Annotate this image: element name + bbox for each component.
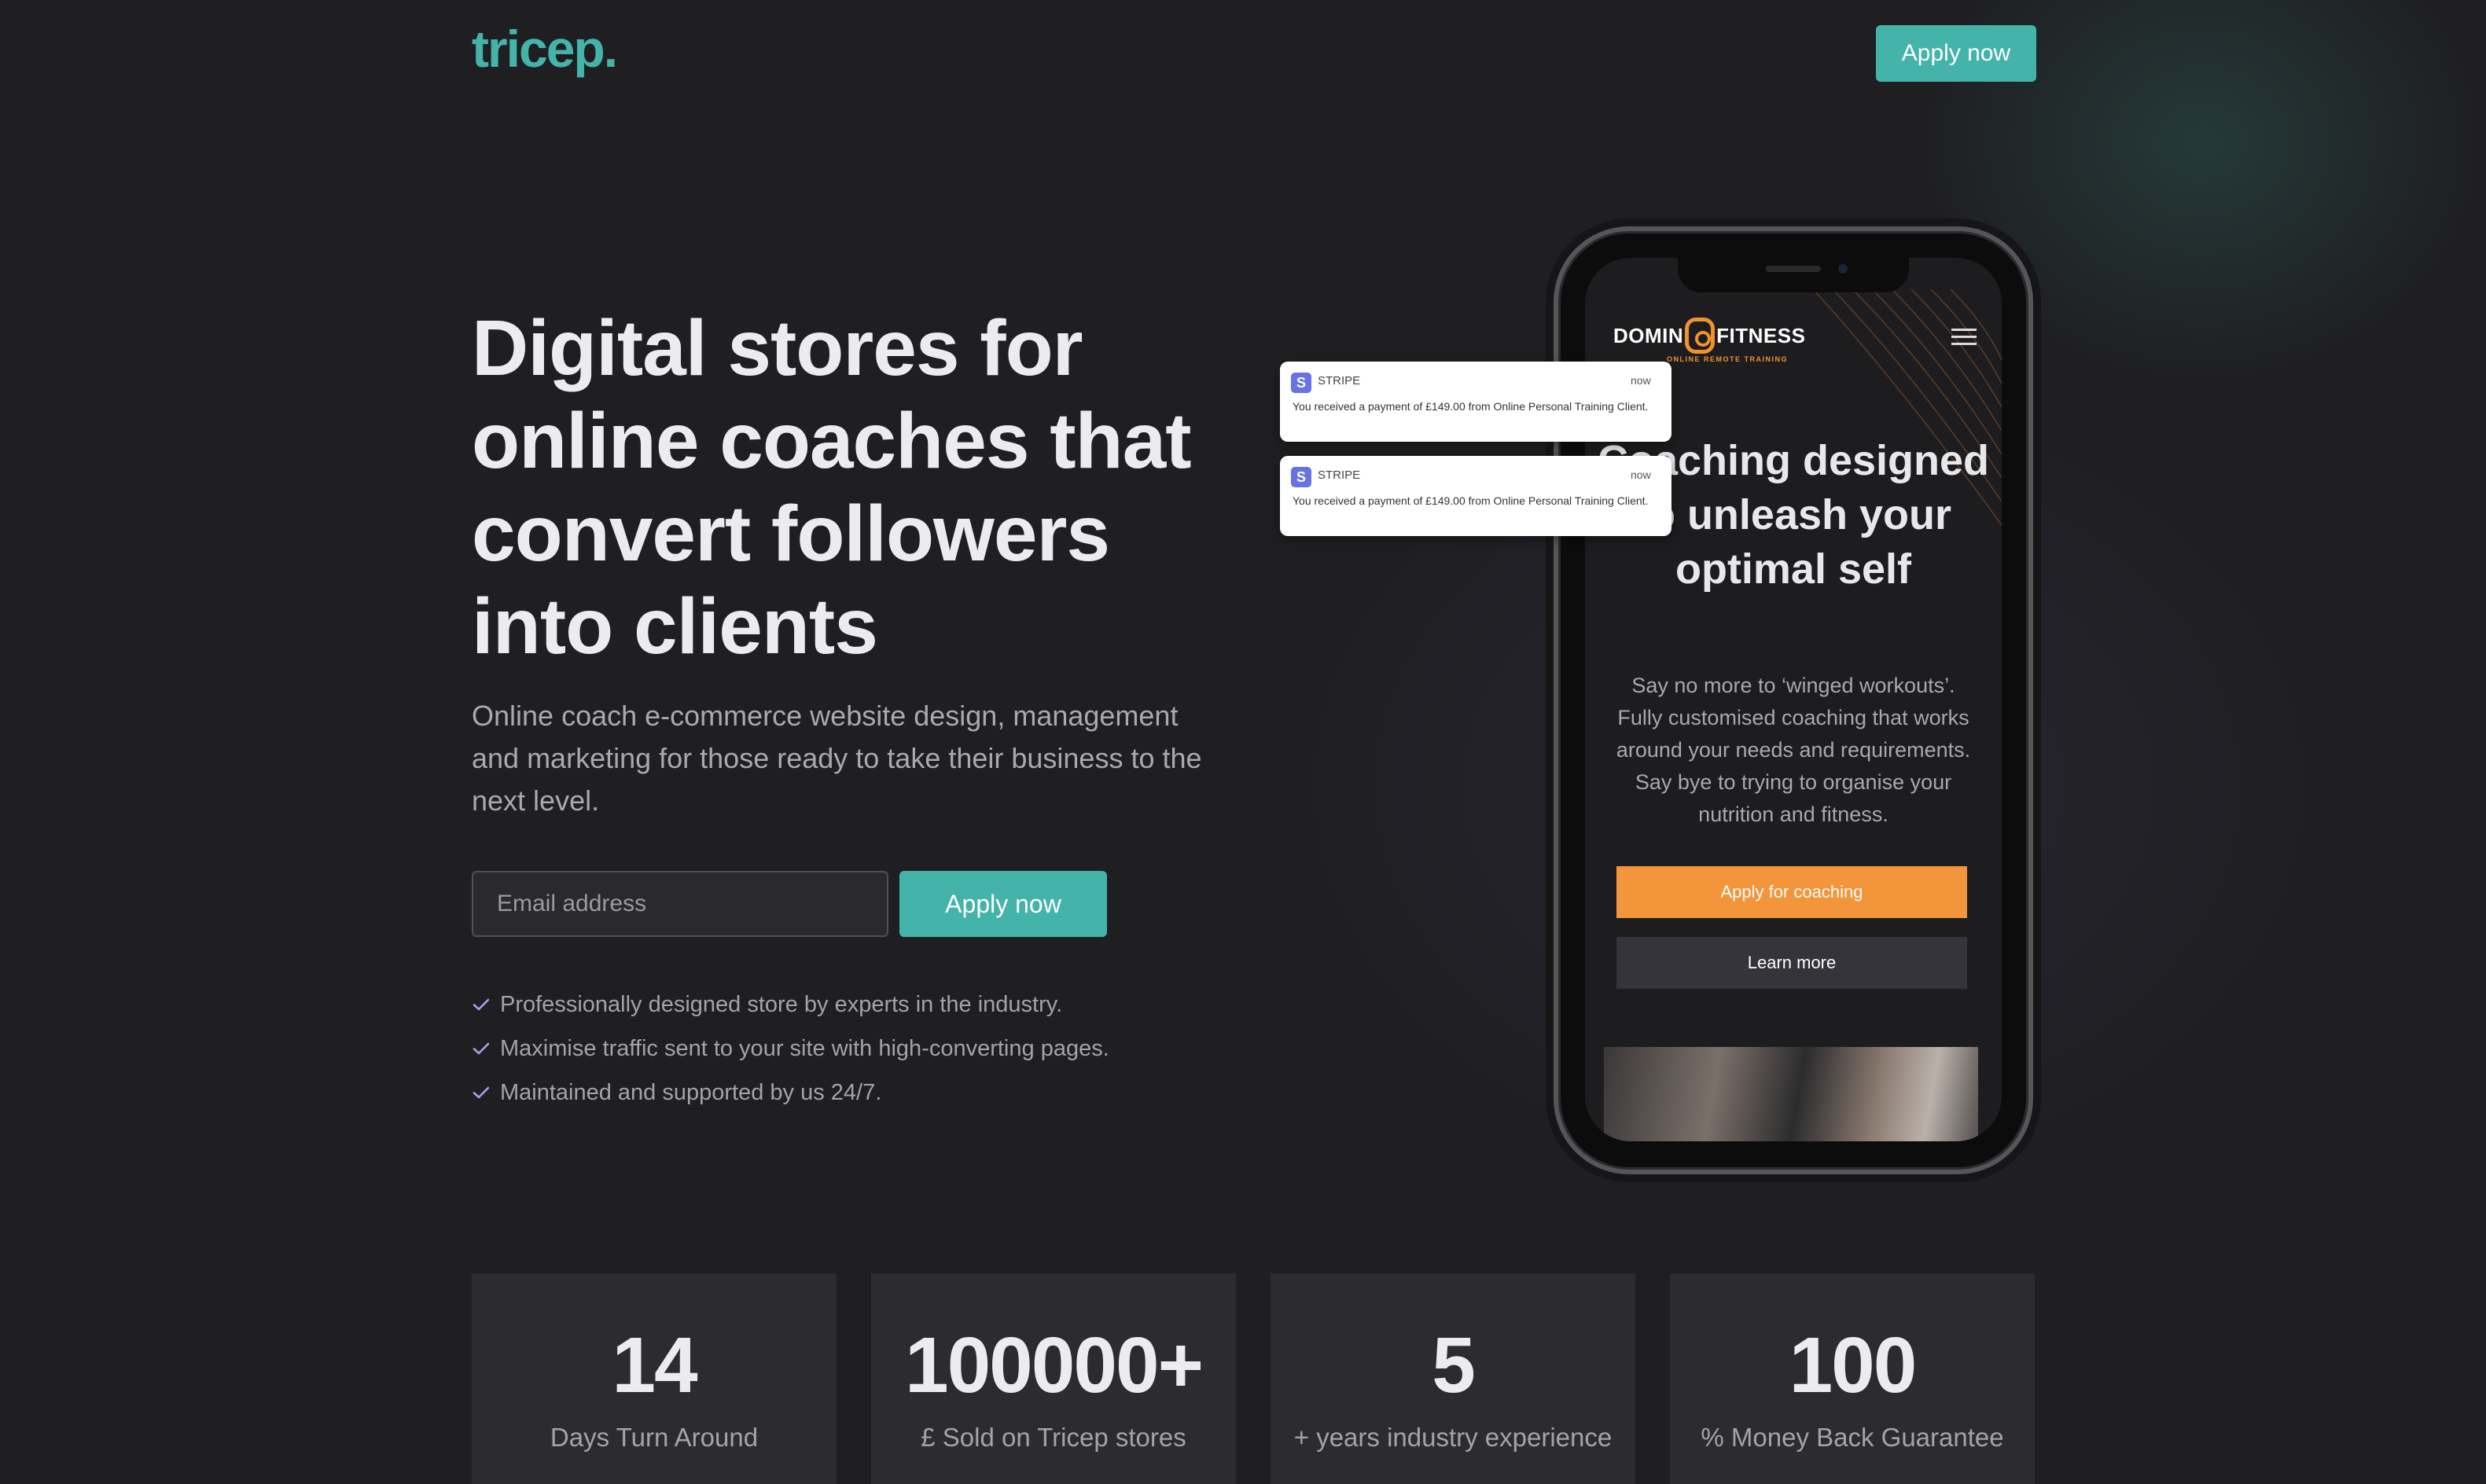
brand-text-left: DOMIN	[1613, 323, 1684, 347]
stripe-notification: S STRIPE now You received a payment of £…	[1280, 362, 1671, 442]
hero-title: Digital stores for online coaches that c…	[472, 304, 1192, 670]
stat-value: 100	[1789, 1321, 1918, 1409]
email-input[interactable]	[472, 871, 888, 937]
notification-app: STRIPE	[1318, 468, 1361, 482]
logo[interactable]: tricep.	[472, 19, 618, 79]
header-apply-button[interactable]: Apply now	[1876, 25, 2036, 82]
notification-time: now	[1631, 468, 1651, 481]
phone-brand-logo[interactable]: DOMIN FITNESS	[1613, 318, 1805, 354]
feature-item: Maintained and supported by us 24/7.	[472, 1071, 1109, 1115]
stripe-notification: S STRIPE now You received a payment of £…	[1280, 456, 1671, 536]
feature-item: Professionally designed store by experts…	[472, 983, 1109, 1027]
stat-card: 100000+ £ Sold on Tricep stores	[871, 1273, 1236, 1484]
stat-label: + years industry experience	[1293, 1423, 1613, 1452]
hero-subtitle: Online coach e-commerce website design, …	[472, 700, 1202, 817]
brand-tagline: ONLINE REMOTE TRAINING	[1667, 355, 1788, 363]
feature-text: Maintained and supported by us 24/7.	[500, 1079, 882, 1105]
phone-speaker	[1766, 266, 1821, 272]
feature-item: Maximise traffic sent to your site with …	[472, 1027, 1109, 1071]
kettlebell-icon	[1685, 318, 1716, 354]
stat-card: 100 % Money Back Guarantee	[1670, 1273, 2035, 1484]
stripe-icon: S	[1291, 373, 1311, 393]
phone-side-button	[1547, 582, 1554, 668]
stat-value: 14	[612, 1321, 697, 1409]
feature-list: Professionally designed store by experts…	[472, 983, 1109, 1115]
phone-camera	[1838, 264, 1848, 274]
notification-message: You received a payment of £149.00 from O…	[1293, 400, 1649, 413]
hero-apply-button[interactable]: Apply now	[899, 871, 1107, 937]
check-icon	[473, 998, 490, 1011]
stat-label: % Money Back Guarantee	[1701, 1423, 2004, 1452]
stat-label: £ Sold on Tricep stores	[921, 1423, 1186, 1452]
stripe-icon: S	[1291, 467, 1311, 487]
phone-side-button	[2033, 448, 2039, 550]
check-icon	[473, 1086, 490, 1099]
feature-text: Professionally designed store by experts…	[500, 991, 1063, 1017]
phone-body: Say no more to ‘winged workouts’. Fully …	[1616, 674, 1971, 826]
stat-value: 5	[1432, 1321, 1476, 1409]
check-icon	[473, 1042, 490, 1055]
learn-more-button[interactable]: Learn more	[1616, 937, 1967, 989]
phone-notch	[1678, 258, 1909, 292]
stat-label: Days Turn Around	[550, 1423, 759, 1452]
apply-for-coaching-button[interactable]: Apply for coaching	[1616, 866, 1967, 918]
notification-time: now	[1631, 374, 1651, 387]
stat-card: 14 Days Turn Around	[472, 1273, 837, 1484]
menu-icon[interactable]	[1951, 329, 1977, 347]
brand-text-right: FITNESS	[1716, 323, 1806, 347]
gym-photo	[1604, 1047, 1978, 1141]
feature-text: Maximise traffic sent to your site with …	[500, 1035, 1109, 1061]
stat-value: 100000+	[904, 1321, 1204, 1409]
notification-app: STRIPE	[1318, 374, 1361, 388]
stat-card: 5 + years industry experience	[1271, 1273, 1635, 1484]
notification-message: You received a payment of £149.00 from O…	[1293, 494, 1649, 507]
